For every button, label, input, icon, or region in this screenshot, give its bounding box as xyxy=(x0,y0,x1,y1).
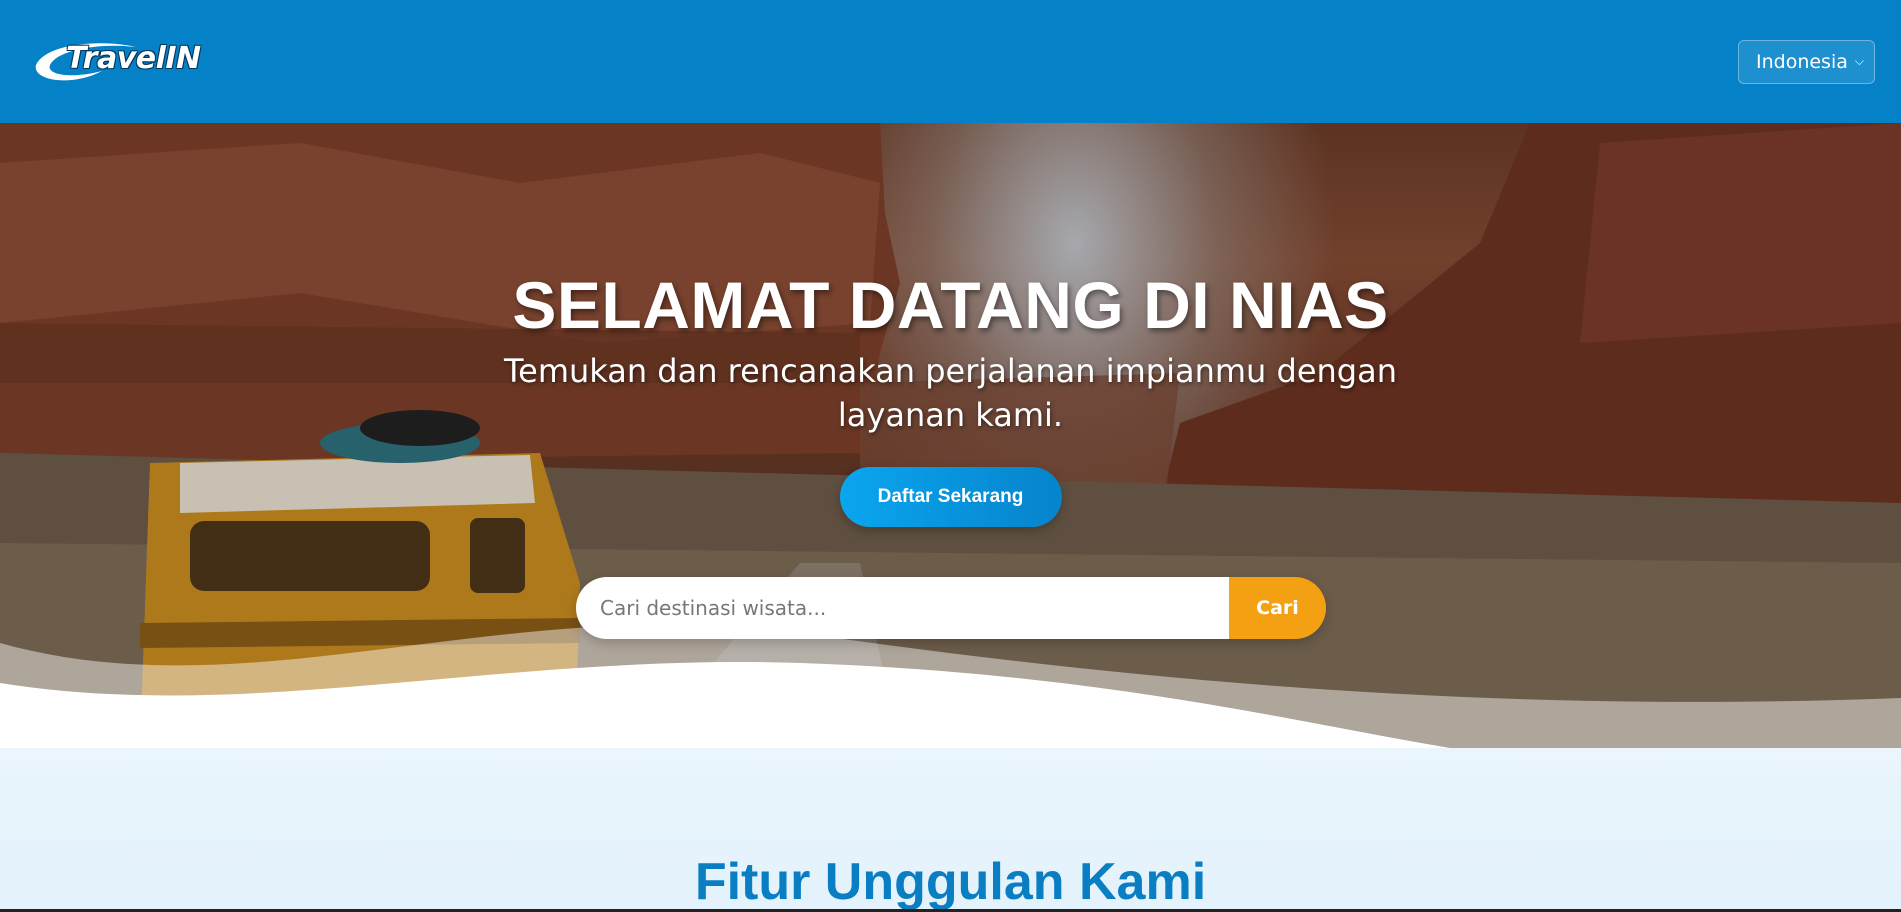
features-title: Fitur Unggulan Kami xyxy=(694,853,1207,911)
search-input[interactable] xyxy=(576,577,1229,639)
features-section: Fitur Unggulan Kami xyxy=(0,748,1901,912)
language-select[interactable]: Indonesia ⌵ xyxy=(1738,39,1875,84)
search-bar: Cari xyxy=(576,577,1326,639)
navbar: TravelIN Indonesia ⌵ xyxy=(0,0,1901,123)
hero-section: SELAMAT DATANG DI NIAS Temukan dan renca… xyxy=(0,123,1901,748)
hero-title: SELAMAT DATANG DI NIAS xyxy=(512,268,1389,342)
register-button[interactable]: Daftar Sekarang xyxy=(839,467,1062,527)
chevron-down-icon: ⌵ xyxy=(1854,54,1864,68)
site-logo[interactable]: TravelIN xyxy=(32,37,201,87)
search-button[interactable]: Cari xyxy=(1229,577,1326,639)
hero-content: SELAMAT DATANG DI NIAS Temukan dan renca… xyxy=(0,265,1901,527)
logo-text: TravelIN xyxy=(66,40,201,76)
hero-subtitle: Temukan dan rencanakan perjalanan impian… xyxy=(504,352,1397,434)
language-select-value: Indonesia xyxy=(1756,50,1848,73)
